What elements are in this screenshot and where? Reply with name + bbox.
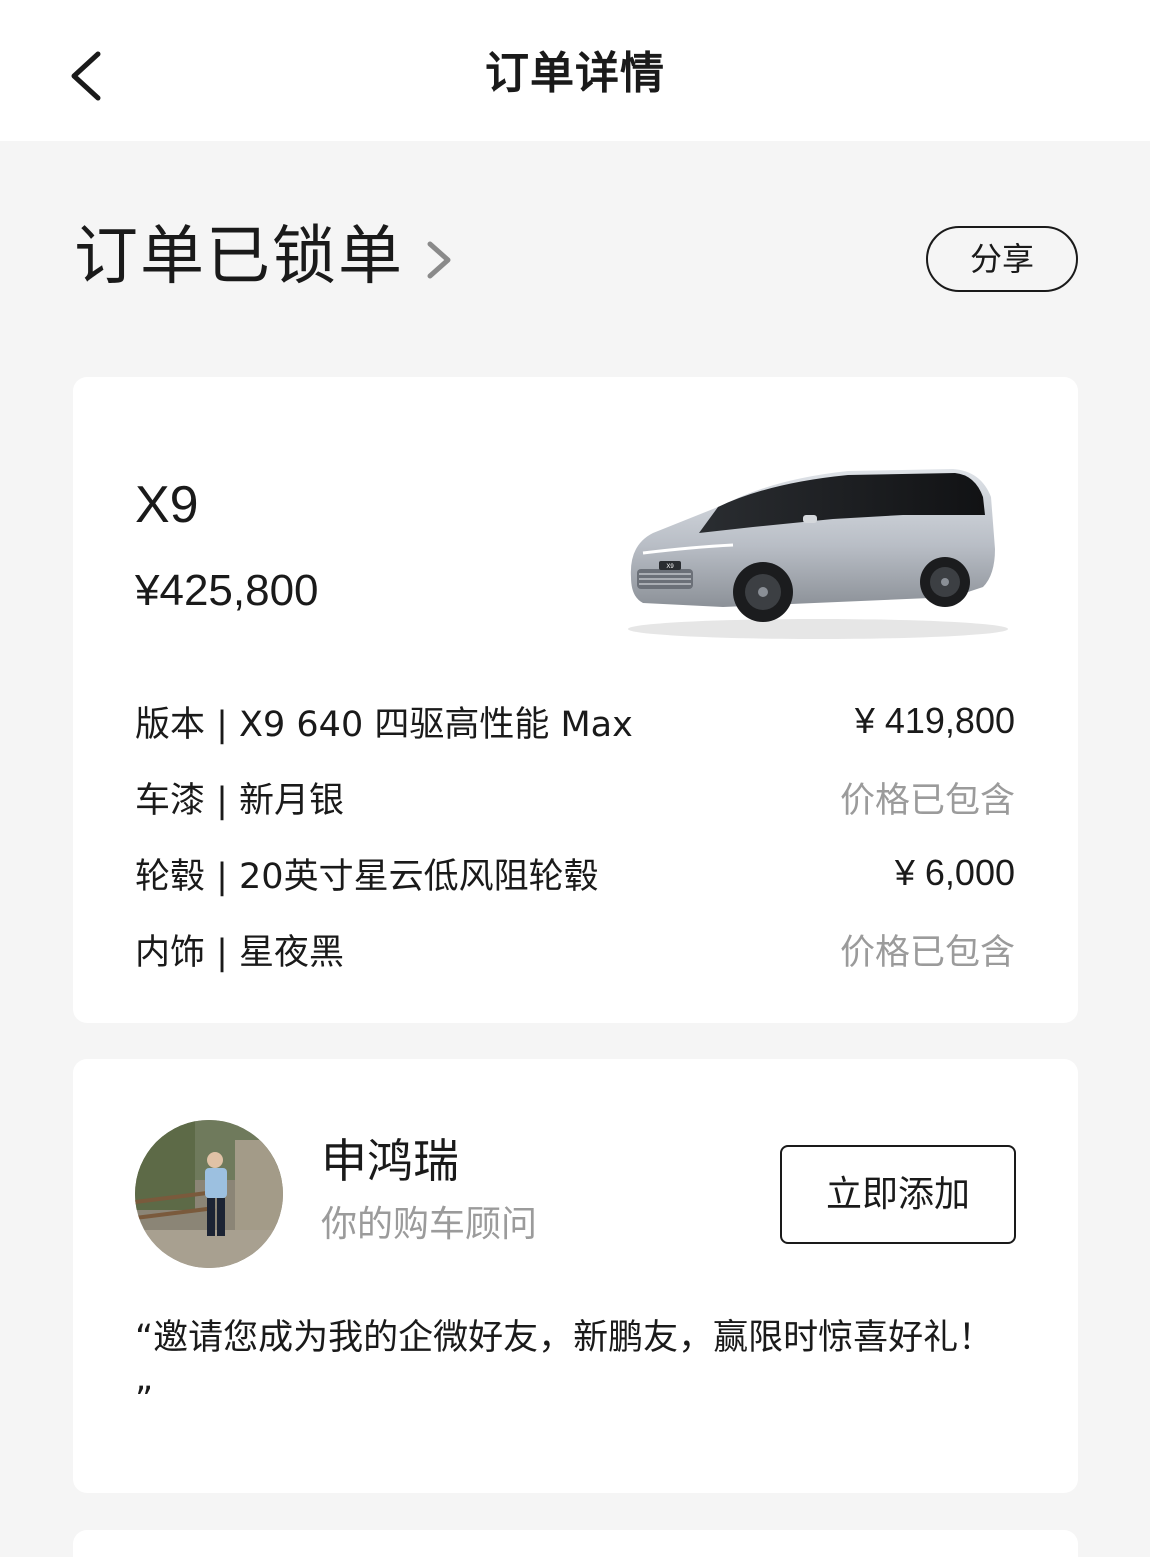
car-total-price: ¥425,800 bbox=[135, 566, 319, 615]
config-label: 轮毂 | 20英寸星云低风阻轮毂 bbox=[135, 856, 599, 897]
config-row: 车漆 | 新月银 价格已包含 bbox=[135, 759, 1015, 835]
car-order-card: X9 ¥425,800 X9 版本 | X9 640 四驱高性能 Max ¥ 4… bbox=[73, 377, 1078, 1023]
advisor-role: 你的购车顾问 bbox=[321, 1204, 538, 1245]
advisor-name: 申鸿瑞 bbox=[321, 1134, 459, 1188]
advisor-card: 申鸿瑞 你的购车顾问 立即添加 “邀请您成为我的企微好友，新鹏友，赢限时惊喜好礼… bbox=[73, 1059, 1078, 1493]
config-row: 内饰 | 星夜黑 价格已包含 bbox=[135, 911, 1015, 987]
car-badge: X9 bbox=[666, 564, 674, 570]
car-model-name: X9 bbox=[135, 476, 199, 534]
config-label: 内饰 | 星夜黑 bbox=[135, 932, 345, 973]
page-title: 订单详情 bbox=[485, 48, 665, 99]
config-price: 价格已包含 bbox=[839, 932, 1015, 973]
top-nav-bar: 订单详情 bbox=[0, 0, 1150, 141]
config-row: 版本 | X9 640 四驱高性能 Max ¥ 419,800 bbox=[135, 683, 1015, 759]
config-price: 价格已包含 bbox=[839, 780, 1015, 821]
order-status-text: 订单已锁单 bbox=[74, 220, 404, 294]
config-row: 轮毂 | 20英寸星云低风阻轮毂 ¥ 6,000 bbox=[135, 835, 1015, 911]
invite-message: “邀请您成为我的企微好友，新鹏友，赢限时惊喜好礼！ ” bbox=[135, 1318, 994, 1420]
chevron-right-icon bbox=[427, 241, 451, 279]
car-image: X9 bbox=[628, 469, 1008, 639]
avatar[interactable] bbox=[135, 1120, 283, 1268]
add-advisor-button[interactable]: 立即添加 bbox=[780, 1145, 1016, 1244]
config-price: ¥ 6,000 bbox=[894, 852, 1015, 893]
config-list: 版本 | X9 640 四驱高性能 Max ¥ 419,800 车漆 | 新月银… bbox=[135, 683, 1015, 987]
config-label: 车漆 | 新月银 bbox=[135, 780, 345, 821]
order-status-link[interactable]: 订单已锁单 bbox=[74, 212, 454, 302]
share-button[interactable]: 分享 bbox=[926, 226, 1078, 292]
next-card bbox=[73, 1530, 1078, 1557]
config-label: 版本 | X9 640 四驱高性能 Max bbox=[135, 704, 633, 745]
config-price: ¥ 419,800 bbox=[854, 700, 1015, 741]
advisor-photo bbox=[135, 1120, 283, 1268]
